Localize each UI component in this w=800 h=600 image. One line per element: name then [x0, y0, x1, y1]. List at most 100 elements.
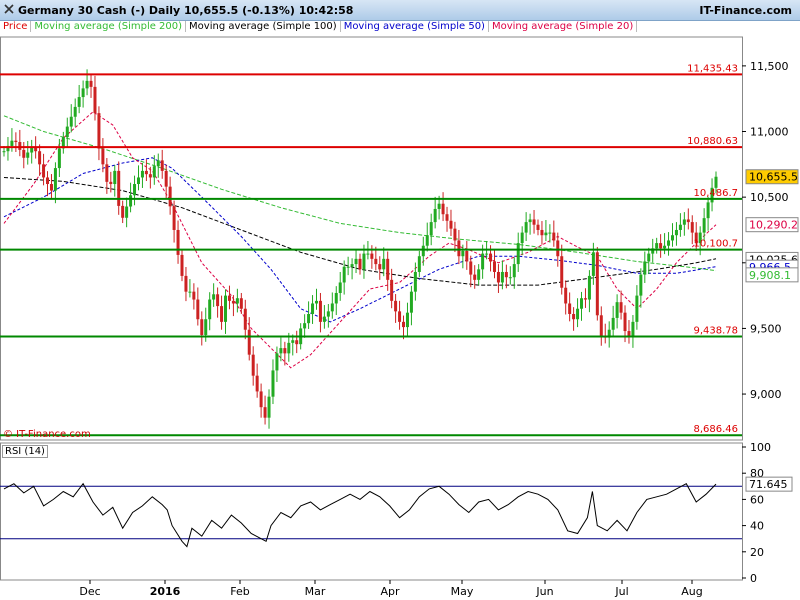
candle-body [93, 86, 97, 114]
candle-body [338, 282, 342, 293]
candle-body [216, 294, 220, 307]
price-chart[interactable]: 11,435.43 10,880.63 10,486.7 10,100.7 9,438.… [0, 0, 800, 600]
price-tag-4: 9,908.1 [749, 269, 791, 282]
x-tick-label: May [451, 585, 474, 598]
candle-body [311, 303, 315, 314]
candle-body [615, 302, 619, 318]
candle-body [706, 202, 710, 219]
candle-body [508, 277, 512, 279]
candle-body [172, 206, 176, 230]
candle-body [322, 316, 326, 322]
candle-body [619, 302, 623, 313]
candle-body [670, 235, 674, 241]
candle-body [212, 294, 216, 300]
x-tick-label: Dec [79, 585, 100, 598]
candle-body [73, 106, 77, 117]
rsi-frame [0, 442, 743, 581]
candle-body [394, 300, 398, 312]
x-tick-label: Apr [380, 585, 400, 598]
candle-body [200, 319, 204, 335]
level-label-5: 8,686.46 [693, 424, 738, 435]
candle-body [631, 321, 635, 337]
candle-body [267, 396, 271, 418]
candle-body [113, 170, 117, 185]
candle-body [481, 253, 485, 270]
x-tick-label: Mar [305, 585, 326, 598]
candle-body [473, 274, 477, 280]
x-tick-label: Jul [614, 585, 628, 598]
candle-body [164, 170, 168, 187]
candle-body [227, 295, 231, 301]
candle-body [485, 253, 489, 255]
candle-body [591, 252, 595, 276]
candle-body [251, 354, 255, 376]
level-label-2: 10,486.7 [693, 188, 738, 199]
candle-body [275, 353, 279, 371]
candle-body [528, 219, 532, 223]
price-frame [0, 36, 743, 441]
candle-body [667, 240, 671, 246]
candle-body [572, 313, 576, 320]
candle-body [89, 80, 93, 87]
y-tick-label: 10,500 [750, 191, 789, 204]
candle-body [433, 208, 437, 223]
candle-body [405, 312, 409, 328]
x-tick-label: Aug [681, 585, 702, 598]
candle-body [366, 253, 370, 255]
candle-body [659, 243, 663, 249]
candle-body [121, 205, 125, 218]
candle-body [441, 203, 445, 215]
candle-body [714, 176, 718, 188]
rsi-y-tick-label: 0 [750, 572, 757, 585]
candle-body [243, 308, 247, 330]
y-tick-label: 9,000 [750, 388, 782, 401]
candle-body [136, 177, 140, 185]
candle-body [140, 170, 144, 178]
candle-body [18, 142, 22, 150]
rsi-y-tick-label: 100 [750, 441, 771, 454]
candle-body [489, 253, 493, 262]
candle-body [148, 174, 152, 178]
candle-body [524, 222, 528, 233]
candle-body [663, 245, 667, 249]
candle-body [686, 219, 690, 223]
candle-body [469, 261, 473, 275]
candle-body [77, 97, 81, 107]
watermark: © IT-Finance.com [3, 429, 91, 440]
candle-body [109, 181, 113, 185]
candle-body [2, 151, 6, 153]
candle-body [421, 245, 425, 257]
candle-body [176, 229, 180, 255]
candle-body [220, 306, 224, 322]
candle-body [156, 160, 160, 167]
ma-line-0 [3, 115, 717, 272]
candle-body [42, 164, 46, 178]
candle-body [85, 80, 89, 89]
candle-body [291, 340, 295, 343]
rsi-label: RSI (14) [2, 445, 48, 458]
candle-body [65, 126, 69, 138]
candle-body [635, 295, 639, 322]
candle-body [117, 170, 121, 206]
candle-body [378, 264, 382, 270]
candle-body [160, 160, 164, 171]
candle-body [496, 271, 500, 283]
candle-body [283, 348, 287, 354]
candle-body [461, 250, 465, 257]
candle-body [97, 113, 101, 149]
candle-body [133, 184, 137, 196]
candle-body [611, 317, 615, 330]
candle-body [314, 300, 318, 304]
candle-body [599, 315, 603, 337]
candle-body [678, 224, 682, 230]
candle-body [326, 311, 330, 317]
candle-body [38, 151, 42, 165]
candle-body [188, 291, 192, 293]
candle-body [192, 291, 196, 300]
chart-window: Germany 30 Cash (-) Daily 10,655.5 (-0.1… [0, 0, 800, 600]
candle-body [362, 253, 366, 270]
price-tag-1: 10,290.2 [749, 219, 798, 232]
candle-body [437, 203, 441, 209]
candle-body [402, 321, 406, 328]
candle-body [449, 220, 453, 229]
